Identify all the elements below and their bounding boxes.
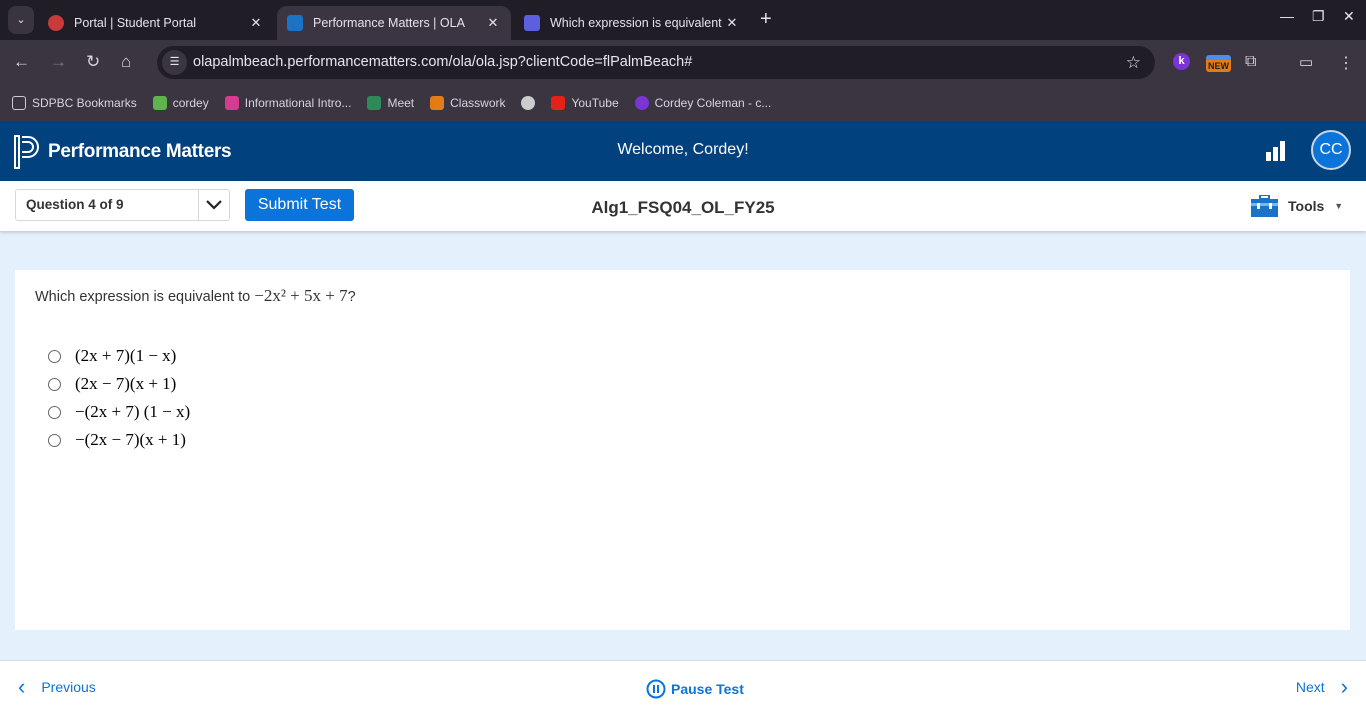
toolbox-icon [1251, 195, 1278, 217]
question-card: Which expression is equivalent to −2x² +… [15, 270, 1350, 630]
tab-performance-matters[interactable]: Performance Matters | OLA ✕ [277, 6, 511, 40]
option-text: (2x − 7)(x + 1) [75, 374, 177, 393]
answer-option-d[interactable]: −(2x − 7)(x + 1) [48, 430, 186, 450]
answer-option-a[interactable]: (2x + 7)(1 − x) [48, 346, 176, 366]
tab-search-button[interactable]: ⌄ [8, 6, 34, 34]
browser-toolbar: ← → ↻ ⌂ ☰ olapalmbeach.performancematter… [0, 40, 1366, 84]
radio-button[interactable] [48, 433, 61, 447]
extensions-puzzle-icon[interactable]: ⧉ [1245, 53, 1256, 71]
bookmark-informational-intro[interactable]: Informational Intro... [224, 95, 352, 110]
answer-option-c[interactable]: −(2x + 7) (1 − x) [48, 402, 190, 422]
bookmark-label: Classwork [450, 95, 506, 110]
caret-down-icon: ▼ [1334, 201, 1344, 211]
bookmark-globe[interactable] [521, 95, 536, 110]
minimize-button[interactable]: — [1280, 8, 1294, 24]
option-text: −(2x + 7) (1 − x) [75, 402, 191, 421]
performance-matters-favicon-icon [287, 15, 303, 31]
app-header: Performance Matters Welcome, Cordey! CC [0, 121, 1366, 181]
new-tab-button[interactable]: + [760, 8, 772, 31]
radio-button[interactable] [48, 405, 61, 419]
close-window-button[interactable]: ✕ [1343, 8, 1355, 25]
app-favicon-icon [524, 15, 540, 31]
welcome-message: Welcome, Cordey! [617, 141, 749, 158]
extension-new-badge[interactable]: NEW [1206, 55, 1231, 72]
cast-icon[interactable]: ▭ [1299, 53, 1313, 71]
url-text: olapalmbeach.performancematters.com/ola/… [193, 54, 693, 70]
question-prompt: Which expression is equivalent to −2x² +… [35, 286, 356, 306]
tab-which-expression[interactable]: Which expression is equivalent ✕ [514, 6, 750, 40]
bookmark-label: SDPBC Bookmarks [32, 95, 137, 110]
close-icon[interactable]: ✕ [724, 15, 740, 31]
bookmark-label: Cordey Coleman - c... [654, 95, 772, 110]
k-icon [634, 95, 649, 110]
reload-button[interactable]: ↻ [86, 52, 100, 72]
previous-button[interactable]: ‹ Previous [18, 674, 96, 699]
bookmark-cordey[interactable]: cordey [152, 95, 209, 110]
portal-favicon-icon [48, 15, 64, 31]
next-button[interactable]: Next › [1295, 674, 1348, 699]
address-bar[interactable]: ☰ olapalmbeach.performancematters.com/ol… [157, 46, 1155, 79]
pause-test-button[interactable]: Pause Test [646, 679, 744, 699]
forward-button[interactable]: → [50, 52, 67, 72]
question-text: Which expression is equivalent to [35, 289, 251, 305]
close-icon[interactable]: ✕ [248, 15, 264, 31]
bookmark-label: Meet [387, 95, 415, 110]
reports-bar-chart-icon[interactable] [1266, 141, 1285, 161]
bookmark-star-icon[interactable]: ☆ [1126, 46, 1141, 79]
test-toolbar: Question 4 of 9 Submit Test Alg1_FSQ04_O… [0, 181, 1366, 231]
back-button[interactable]: ← [13, 52, 30, 72]
tools-label: Tools [1288, 198, 1325, 214]
test-title: Alg1_FSQ04_OL_FY25 [591, 198, 775, 217]
test-footer: ‹ Previous Pause Test Next › [0, 660, 1366, 720]
close-icon[interactable]: ✕ [485, 15, 501, 31]
bookmark-classwork[interactable]: Classwork [430, 95, 506, 110]
bookmark-label: Informational Intro... [244, 95, 352, 110]
option-text: (2x + 7)(1 − x) [75, 346, 177, 365]
classroom-icon [430, 95, 445, 110]
radio-button[interactable] [48, 377, 61, 391]
radio-button[interactable] [48, 349, 61, 363]
chevron-left-icon: ‹ [18, 674, 26, 699]
bookmarks-bar: SDPBC Bookmarks cordey Informational Int… [0, 84, 1366, 121]
next-label: Next [1295, 679, 1325, 695]
pause-label: Pause Test [671, 681, 744, 697]
tab-title: Which expression is equivalent [550, 16, 722, 30]
classroom-icon [224, 95, 239, 110]
k-extension-icon[interactable]: k [1173, 53, 1190, 70]
bookmark-meet[interactable]: Meet [367, 95, 415, 110]
answer-option-b[interactable]: (2x − 7)(x + 1) [48, 374, 176, 394]
tab-bar: ⌄ Portal | Student Portal ✕ Performance … [0, 0, 1366, 40]
question-expression: −2x² + 5x + 7 [254, 286, 348, 305]
previous-label: Previous [41, 679, 96, 695]
question-mark: ? [347, 289, 356, 305]
bookmark-sdpbc[interactable]: SDPBC Bookmarks [12, 95, 137, 110]
chevron-right-icon: › [1340, 674, 1348, 699]
restore-button[interactable]: ❐ [1312, 8, 1325, 25]
tools-menu[interactable]: Tools ▼ [1251, 195, 1343, 217]
meet-icon [367, 95, 382, 110]
folder-icon [12, 95, 26, 110]
bookmark-label: YouTube [571, 95, 619, 110]
bookmark-label: cordey [172, 95, 209, 110]
bookmark-youtube[interactable]: YouTube [551, 95, 619, 110]
youtube-icon [551, 95, 566, 110]
cube-icon [152, 95, 167, 110]
avatar[interactable]: CC [1311, 130, 1351, 170]
home-button[interactable]: ⌂ [121, 52, 131, 72]
site-info-icon[interactable]: ☰ [162, 50, 187, 75]
menu-kebab-icon[interactable]: ⋮ [1338, 53, 1354, 73]
tab-title: Portal | Student Portal [74, 16, 197, 30]
globe-icon [521, 95, 536, 110]
bookmark-cordey-coleman[interactable]: Cordey Coleman - c... [634, 95, 772, 110]
option-text: −(2x − 7)(x + 1) [75, 430, 186, 449]
pause-icon [646, 679, 666, 699]
tab-title: Performance Matters | OLA [313, 16, 465, 30]
tab-portal[interactable]: Portal | Student Portal ✕ [38, 6, 274, 40]
